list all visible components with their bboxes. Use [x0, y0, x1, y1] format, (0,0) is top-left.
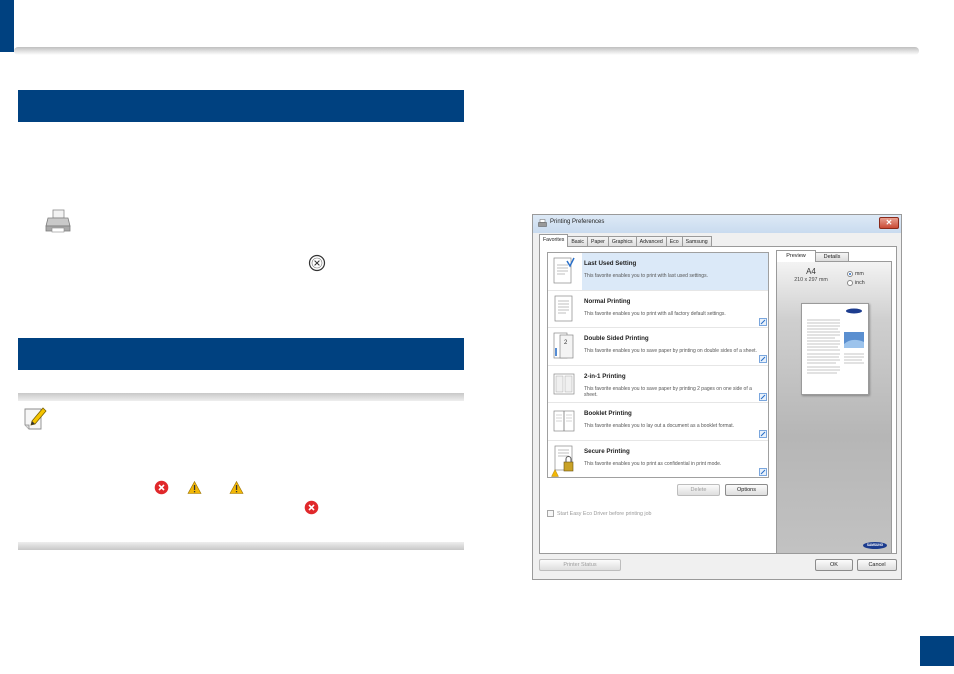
note-pencil-icon	[24, 407, 47, 430]
warning-icon	[551, 469, 559, 477]
eco-driver-option[interactable]: Start Easy Eco Driver before printing jo…	[547, 509, 652, 518]
two-in-one-doc-icon	[553, 373, 575, 395]
dialog-title: Printing Preferences	[550, 219, 605, 225]
edit-icon[interactable]	[759, 317, 767, 326]
eco-driver-label: Start Easy Eco Driver before printing jo…	[557, 510, 652, 517]
favorite-description: This favorite enables you to save paper …	[584, 348, 757, 355]
unit-mm-label: mm	[855, 270, 864, 277]
favorite-name: Secure Printing	[584, 447, 630, 455]
printer-icon	[45, 209, 71, 233]
section-header-bar-2	[18, 338, 464, 370]
favorite-name: Normal Printing	[584, 297, 631, 305]
edit-icon[interactable]	[759, 430, 767, 439]
favorites-list[interactable]: Last Used Setting This favorite enables …	[547, 252, 769, 478]
favorite-description: This favorite enables you to print as co…	[584, 460, 722, 467]
printer-icon	[538, 219, 547, 227]
favorites-panel: Last Used Setting This favorite enables …	[539, 246, 897, 554]
edit-icon[interactable]	[759, 392, 767, 401]
page-number-box	[920, 636, 954, 666]
edit-icon[interactable]	[759, 355, 767, 363]
paper-size-dimensions: 210 x 297 mm	[794, 277, 828, 283]
favorite-name: 2-in-1 Printing	[584, 372, 626, 380]
last-used-doc-icon	[553, 257, 575, 284]
warning-icon	[229, 480, 244, 494]
dialog-titlebar[interactable]: Printing Preferences ✕	[533, 215, 901, 233]
ok-button[interactable]: OK	[815, 559, 853, 571]
delete-button[interactable]: Delete	[677, 484, 720, 496]
page-preview-thumbnail	[801, 303, 869, 395]
unit-inch-option[interactable]: inch	[847, 278, 865, 287]
tab-favorites[interactable]: Favorites	[539, 234, 569, 247]
section-header-bar-1	[18, 90, 464, 122]
note-box-top	[18, 393, 464, 401]
unit-inch-label: inch	[855, 279, 865, 286]
favorite-description: This favorite enables you to lay out a d…	[584, 423, 735, 430]
options-button[interactable]: Options	[725, 484, 768, 496]
normal-doc-icon	[554, 295, 573, 321]
warning-icon	[187, 480, 202, 494]
samsung-logo: SAMSUNG	[863, 542, 887, 549]
tab-preview[interactable]: Preview	[776, 250, 816, 262]
close-button[interactable]: ✕	[879, 217, 899, 229]
favorite-description: This favorite enables you to print with …	[584, 273, 708, 279]
preview-document-image	[807, 308, 864, 374]
printing-preferences-dialog: Printing Preferences ✕ Favorites Basic P…	[532, 214, 902, 580]
paper-size-name: A4	[806, 267, 816, 276]
paper-size-readout: A4 210 x 297 mm	[783, 267, 839, 283]
preview-panel: A4 210 x 297 mm mm inch SAMSUNG	[776, 261, 892, 554]
eco-driver-checkbox[interactable]	[547, 510, 554, 517]
list-item[interactable]: 2-in-1 Printing This favorite enables yo…	[548, 366, 768, 404]
cancel-job-icon	[308, 254, 326, 272]
list-item[interactable]: Secure Printing This favorite enables yo…	[548, 441, 768, 477]
list-item[interactable]: Last Used Setting This favorite enables …	[548, 253, 768, 291]
favorite-description: This favorite enables you to print with …	[584, 310, 726, 317]
favorite-name: Booklet Printing	[584, 410, 632, 418]
list-item[interactable]: Booklet Printing This favorite enables y…	[548, 403, 768, 441]
manual-page: Printing Preferences ✕ Favorites Basic P…	[0, 0, 954, 674]
header-accent-bar	[0, 0, 14, 52]
double-sided-doc-icon: 2	[553, 332, 574, 359]
tab-details[interactable]: Details	[815, 252, 849, 261]
printer-status-button[interactable]: Printer Status	[539, 559, 621, 571]
unit-inch-radio[interactable]	[847, 279, 853, 286]
cancel-button[interactable]: Cancel	[857, 559, 897, 571]
list-item[interactable]: Normal Printing This favorite enables yo…	[548, 291, 768, 329]
unit-mm-radio[interactable]	[847, 270, 853, 277]
preview-area: Preview Details A4 210 x 297 mm mm inch …	[776, 250, 892, 554]
edit-icon[interactable]	[759, 468, 767, 476]
error-icon	[154, 480, 169, 495]
favorite-name: Last Used Setting	[584, 260, 637, 267]
unit-selector: mm inch	[847, 269, 865, 287]
booklet-doc-icon	[553, 411, 575, 432]
unit-mm-option[interactable]: mm	[847, 269, 865, 278]
list-item[interactable]: 2 Double Sided Printing This favorite en…	[548, 328, 768, 366]
header-rule	[14, 47, 919, 55]
error-icon	[304, 500, 319, 515]
note-box-bottom	[18, 542, 464, 550]
favorite-description: This favorite enables you to save paper …	[584, 385, 752, 398]
favorite-name: Double Sided Printing	[584, 335, 649, 343]
